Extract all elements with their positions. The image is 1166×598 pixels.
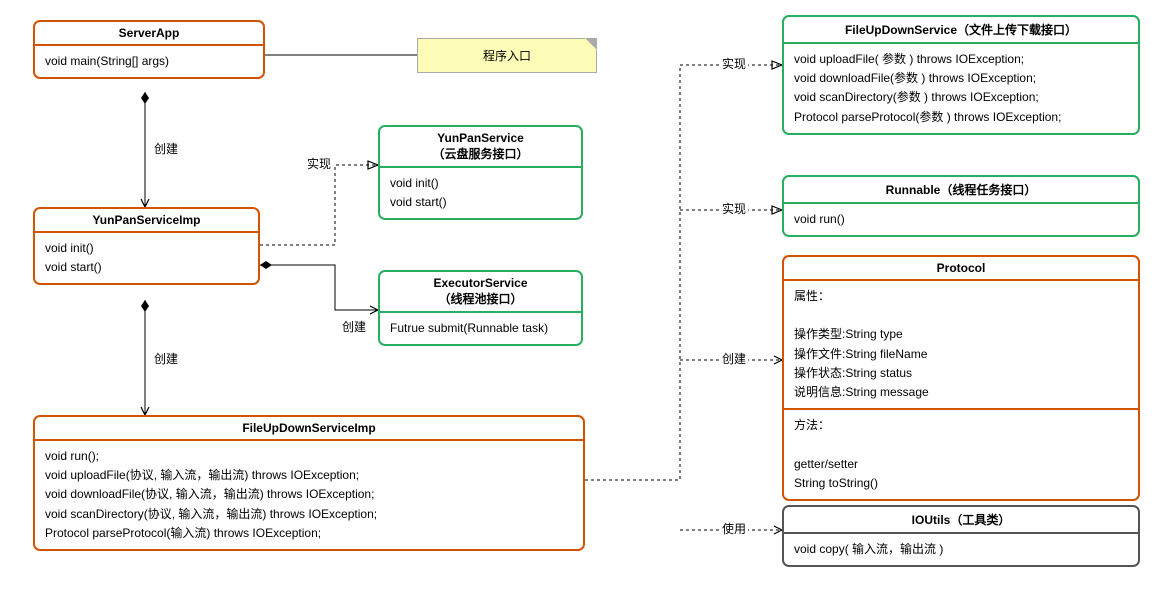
class-body: void main(String[] args)	[35, 46, 263, 77]
class-title: YunPanServiceImp	[35, 209, 258, 233]
class-file-updown-service-imp: FileUpDownServiceImp void run(); void up…	[33, 415, 585, 551]
class-title: IOUtils（工具类）	[784, 507, 1138, 534]
note-entry: 程序入口	[417, 38, 597, 73]
class-title: FileUpDownService（文件上传下载接口）	[784, 17, 1138, 44]
note-text: 程序入口	[483, 49, 531, 63]
class-ioutils: IOUtils（工具类） void copy( 输入流，输出流 )	[782, 505, 1140, 567]
interface-runnable: Runnable（线程任务接口） void run()	[782, 175, 1140, 237]
class-title: ExecutorService （线程池接口）	[380, 272, 581, 313]
class-title: Runnable（线程任务接口）	[784, 177, 1138, 204]
class-protocol: Protocol 属性： 操作类型:String type 操作文件:Strin…	[782, 255, 1140, 501]
class-body: void copy( 输入流，输出流 )	[784, 534, 1138, 565]
class-body: Futrue submit(Runnable task)	[380, 313, 581, 344]
interface-file-updown-service: FileUpDownService（文件上传下载接口） void uploadF…	[782, 15, 1140, 135]
class-body: void uploadFile( 参数 ) throws IOException…	[784, 44, 1138, 133]
class-body: void init() void start()	[380, 168, 581, 218]
class-body: 方法： getter/setter String toString()	[784, 410, 1138, 499]
class-body: void run()	[784, 204, 1138, 235]
label-impl: 实现	[305, 155, 333, 172]
class-server-app: ServerApp void main(String[] args)	[33, 20, 265, 79]
interface-yunpan-service: YunPanService （云盘服务接口） void init() void …	[378, 125, 583, 220]
class-title: Protocol	[784, 257, 1138, 281]
class-body: void init() void start()	[35, 233, 258, 283]
label-create: 创建	[720, 350, 748, 367]
class-title: YunPanService （云盘服务接口）	[380, 127, 581, 168]
label-create: 创建	[152, 350, 180, 367]
diagram-canvas: ServerApp void main(String[] args) 程序入口 …	[0, 0, 1166, 598]
class-title: FileUpDownServiceImp	[35, 417, 583, 441]
label-impl: 实现	[720, 200, 748, 217]
label-create: 创建	[340, 318, 368, 335]
class-body: 属性： 操作类型:String type 操作文件:String fileNam…	[784, 281, 1138, 408]
label-use: 使用	[720, 520, 748, 537]
label-create: 创建	[152, 140, 180, 157]
class-title: ServerApp	[35, 22, 263, 46]
class-yunpan-service-imp: YunPanServiceImp void init() void start(…	[33, 207, 260, 285]
interface-executor-service: ExecutorService （线程池接口） Futrue submit(Ru…	[378, 270, 583, 346]
label-impl: 实现	[720, 55, 748, 72]
class-body: void run(); void uploadFile(协议, 输入流，输出流)…	[35, 441, 583, 549]
